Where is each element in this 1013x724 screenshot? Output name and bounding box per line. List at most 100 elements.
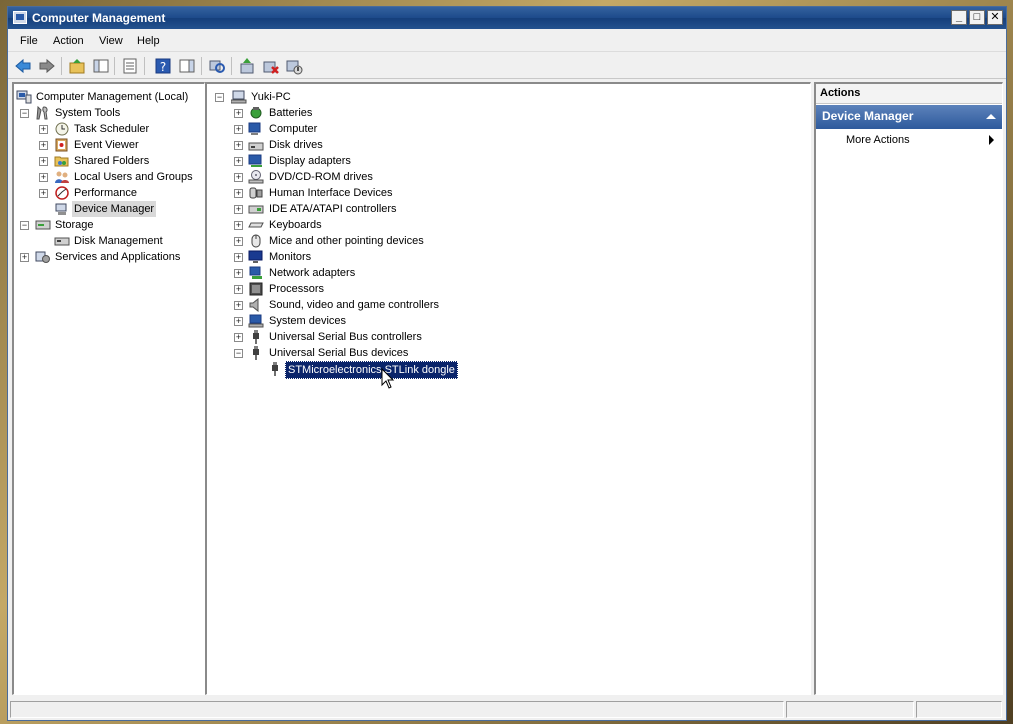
expand-toggle[interactable]: + [234,157,243,166]
expand-toggle[interactable]: + [39,189,48,198]
storage-icon [35,220,51,230]
collapse-toggle[interactable]: − [20,109,29,118]
expand-toggle[interactable]: + [234,173,243,182]
expand-toggle[interactable]: + [234,317,243,326]
computer-management-icon [13,11,27,24]
up-folder-icon[interactable] [68,57,86,75]
expand-toggle[interactable]: + [39,141,48,150]
computer-management-window: Computer Management _ □ ✕ File Action Vi… [7,6,1007,721]
tools-icon [36,106,48,120]
expand-toggle[interactable]: + [234,301,243,310]
category-label: Mice and other pointing devices [269,235,424,247]
submenu-arrow-icon[interactable] [989,135,994,145]
device-tree-pane[interactable]: − Yuki-PC + Batteries + Computer + Disk … [205,82,811,695]
mouse-icon [251,234,261,248]
display-adapter-icon [248,154,262,167]
dvd-drive-icon [248,170,264,184]
collapse-toggle[interactable]: − [20,221,29,230]
actions-pane: Actions Device Manager More Actions [814,82,1003,695]
mouse-cursor-icon [381,368,395,389]
users-icon [55,171,69,183]
expand-toggle[interactable]: + [234,189,243,198]
computer-management-icon [16,90,32,104]
hid-icon [249,187,263,199]
more-actions-link[interactable]: More Actions [846,134,910,146]
expand-toggle[interactable]: + [234,333,243,342]
expand-toggle[interactable]: + [234,125,243,134]
collapse-toggle[interactable]: − [215,93,224,102]
expand-toggle[interactable]: + [39,173,48,182]
expand-toggle[interactable]: + [234,109,243,118]
expand-toggle[interactable]: + [234,237,243,246]
ide-controller-icon [248,205,264,214]
tree-item-label: Services and Applications [55,251,181,263]
category-label: Batteries [269,107,313,119]
disable-device-icon[interactable] [285,57,303,75]
network-adapter-icon [249,266,262,279]
category-label: System devices [269,315,347,327]
disk-management-icon [54,237,70,246]
category-label: Computer [269,123,318,135]
scan-hardware-icon[interactable] [208,57,226,75]
tree-item-label: Local Users and Groups [74,171,193,183]
properties-icon[interactable] [121,57,139,75]
uninstall-icon[interactable] [262,57,280,75]
expand-toggle[interactable]: + [39,125,48,134]
collapse-toggle[interactable]: − [234,349,243,358]
window-title: Computer Management [32,11,166,25]
show-hide-tree-icon[interactable] [92,57,110,75]
menu-file[interactable]: File [20,35,38,47]
category-label: DVD/CD-ROM drives [269,171,373,183]
expand-toggle[interactable]: + [234,285,243,294]
console-tree-pane[interactable]: Computer Management (Local) − System Too… [12,82,205,695]
expand-toggle[interactable]: + [234,205,243,214]
expand-toggle[interactable]: + [20,253,29,262]
expand-toggle[interactable]: + [234,253,243,262]
category-label: Network adapters [269,267,356,279]
show-hide-action-pane-icon[interactable] [178,57,196,75]
expand-toggle[interactable]: + [234,221,243,230]
status-cell-3 [916,701,1002,718]
usb-device-icon [272,362,278,376]
status-cell-2 [786,701,914,718]
expand-toggle[interactable]: + [39,157,48,166]
svg-text:?: ? [160,60,166,74]
menu-view[interactable]: View [99,35,123,47]
category-label: IDE ATA/ATAPI controllers [269,203,397,215]
tree-item-label: System Tools [55,107,121,119]
category-label: Disk drives [269,139,323,151]
system-devices-icon [248,314,264,328]
disk-drive-icon [248,142,264,151]
keyboard-icon [248,222,264,228]
expand-toggle[interactable]: + [234,141,243,150]
maximize-button[interactable]: □ [969,10,985,25]
category-label: Monitors [269,251,312,263]
category-label: Universal Serial Bus devices [269,347,409,359]
tree-item-label: Device Manager [72,201,157,217]
event-viewer-icon [55,138,68,152]
minimize-button[interactable]: _ [951,10,967,25]
tree-item-label: Task Scheduler [74,123,150,135]
status-bar [8,698,1006,720]
category-label: Keyboards [269,219,322,231]
usb-icon [253,346,259,360]
usb-icon [253,330,259,344]
help-icon[interactable]: ? [154,57,172,75]
root-label: Yuki-PC [251,91,291,103]
battery-icon [250,107,262,119]
title-bar[interactable]: Computer Management _ □ ✕ [8,7,1006,29]
category-label: Sound, video and game controllers [269,299,439,311]
forward-arrow-icon[interactable] [38,57,56,75]
category-label: Human Interface Devices [269,187,393,199]
collapse-arrow-icon[interactable] [986,114,996,119]
menu-help[interactable]: Help [137,35,160,47]
menu-action[interactable]: Action [53,35,84,47]
close-button[interactable]: ✕ [987,10,1003,25]
update-driver-icon[interactable] [238,57,256,75]
status-cell-main [10,701,784,718]
back-arrow-icon[interactable] [14,57,32,75]
actions-section-device-manager[interactable]: Device Manager [816,105,1002,129]
monitor-icon [248,250,263,263]
expand-toggle[interactable]: + [234,269,243,278]
performance-icon [55,186,69,200]
